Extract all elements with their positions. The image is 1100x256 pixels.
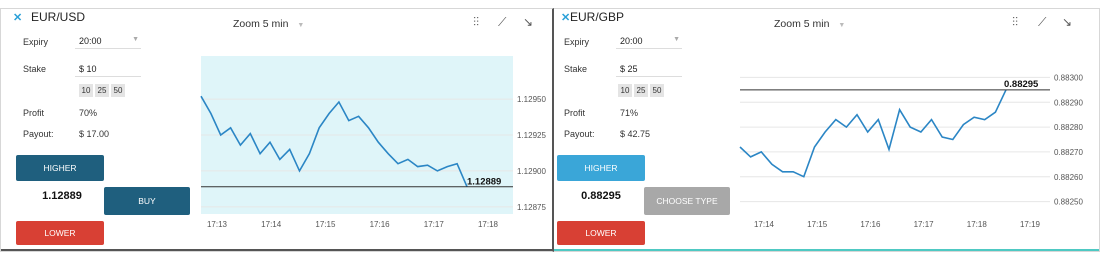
panel-divider	[1, 249, 552, 251]
y-tick-label: 0.88260	[1054, 173, 1083, 182]
current-price-label: 1.12889	[467, 177, 501, 188]
price-chart[interactable]: 1.12950 1.12925 1.12900 1.12875 17:13 17:14 17…	[1, 9, 553, 253]
y-tick-label: 1.12875	[517, 203, 546, 212]
y-tick-label: 0.88250	[1054, 198, 1083, 207]
price-chart[interactable]: 0.88300 0.88290 0.88280 0.88270 0.88260 0.882…	[554, 9, 1100, 253]
trade-panel-eurgbp: ✕ EUR/GBP Expiry 20:00 ▼ Stake $ 25 10 2…	[554, 8, 1100, 252]
y-tick-label: 1.12925	[517, 131, 546, 140]
panel-divider	[554, 249, 1099, 251]
y-tick-label: 0.88300	[1054, 73, 1083, 82]
y-tick-label: 0.88290	[1054, 98, 1083, 107]
x-tick-label: 17:14	[754, 220, 775, 229]
x-tick-label: 17:16	[860, 220, 881, 229]
y-tick-label: 1.12950	[517, 95, 546, 104]
current-price-label: 0.88295	[1004, 79, 1039, 90]
x-tick-label: 17:18	[967, 220, 988, 229]
y-tick-label: 0.88270	[1054, 148, 1083, 157]
x-tick-label: 17:16	[370, 220, 391, 229]
x-tick-label: 17:14	[261, 220, 282, 229]
y-tick-label: 0.88280	[1054, 123, 1083, 132]
x-tick-label: 17:15	[807, 220, 828, 229]
y-tick-label: 1.12900	[517, 167, 546, 176]
x-tick-label: 17:18	[478, 220, 499, 229]
trade-panel-eurusd: ✕ EUR/USD Expiry 20:00 ▼ Stake $ 10 10 2…	[0, 8, 554, 252]
x-tick-label: 17:19	[1020, 220, 1041, 229]
x-tick-label: 17:17	[424, 220, 445, 229]
x-tick-label: 17:15	[315, 220, 336, 229]
x-tick-label: 17:13	[207, 220, 228, 229]
x-tick-label: 17:17	[914, 220, 935, 229]
